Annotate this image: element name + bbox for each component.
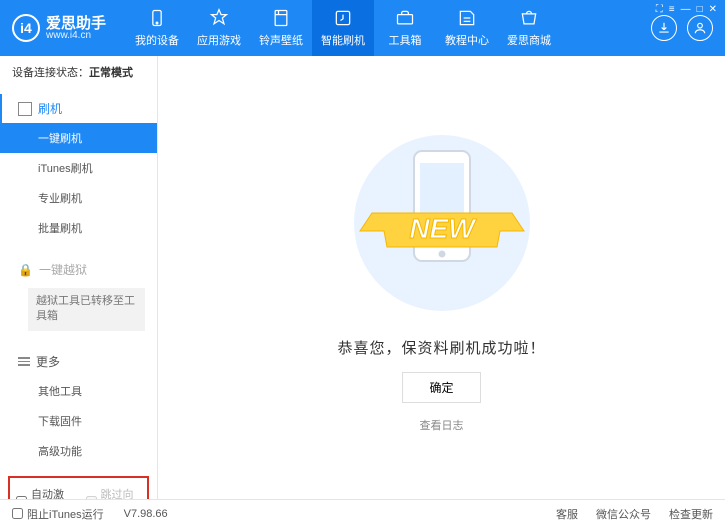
maximize-icon[interactable]: □ bbox=[697, 4, 703, 15]
window-controls: ⛶ ≡ — □ ✕ bbox=[656, 4, 717, 15]
sidebar-item[interactable]: 高级功能 bbox=[0, 436, 157, 466]
menu-icon[interactable]: ≡ bbox=[669, 4, 675, 15]
svg-text:NEW: NEW bbox=[409, 213, 477, 244]
user-icon[interactable] bbox=[687, 15, 713, 41]
nav-icon bbox=[457, 8, 477, 28]
main-content: NEW 恭喜您，保资料刷机成功啦！ 确定 查看日志 bbox=[158, 56, 725, 499]
nav-icon bbox=[519, 8, 539, 28]
sidebar-group-jailbreak: 🔒 一键越狱 bbox=[0, 255, 157, 284]
download-icon[interactable] bbox=[651, 15, 677, 41]
auto-activate-checkbox[interactable]: 自动激活 bbox=[16, 486, 72, 499]
footer-link[interactable]: 检查更新 bbox=[669, 506, 713, 522]
sidebar-group-flash[interactable]: 刷机 bbox=[0, 94, 157, 123]
nav-item-0[interactable]: 我的设备 bbox=[126, 0, 188, 56]
sidebar-group-more[interactable]: 更多 bbox=[0, 347, 157, 376]
footer-link[interactable]: 客服 bbox=[556, 506, 578, 522]
app-title: 爱思助手 bbox=[46, 16, 106, 31]
close-icon[interactable]: ✕ bbox=[709, 4, 717, 15]
sidebar-item[interactable]: 专业刷机 bbox=[0, 183, 157, 213]
nav-icon bbox=[395, 8, 415, 28]
nav-item-1[interactable]: 应用游戏 bbox=[188, 0, 250, 56]
nav-icon bbox=[209, 8, 229, 28]
flash-icon bbox=[18, 102, 32, 116]
minimize-icon[interactable]: — bbox=[681, 4, 691, 15]
nav-icon bbox=[333, 8, 353, 28]
success-message: 恭喜您，保资料刷机成功啦！ bbox=[337, 337, 545, 358]
ok-button[interactable]: 确定 bbox=[402, 372, 480, 403]
sidebar: 设备连接状态：正常模式 刷机 一键刷机iTunes刷机专业刷机批量刷机 🔒 一键… bbox=[0, 56, 158, 499]
more-icon bbox=[18, 357, 30, 366]
view-log-link[interactable]: 查看日志 bbox=[420, 417, 464, 433]
version-label: V7.98.66 bbox=[124, 508, 168, 520]
block-itunes-checkbox[interactable]: 阻止iTunes运行 bbox=[12, 506, 104, 522]
nav-item-3[interactable]: 智能刷机 bbox=[312, 0, 374, 56]
nav-item-5[interactable]: 教程中心 bbox=[436, 0, 498, 56]
nav-icon bbox=[271, 8, 291, 28]
lock-icon: 🔒 bbox=[18, 263, 33, 277]
jailbreak-note: 越狱工具已转移至工具箱 bbox=[28, 288, 145, 331]
app-logo: i4 爱思助手 www.i4.cn bbox=[12, 14, 106, 42]
connection-status: 设备连接状态：正常模式 bbox=[0, 56, 157, 88]
nav-item-2[interactable]: 铃声壁纸 bbox=[250, 0, 312, 56]
highlighted-options: 自动激活 跳过向导 bbox=[8, 476, 149, 499]
nav-item-6[interactable]: 爱思商城 bbox=[498, 0, 560, 56]
cart-icon[interactable]: ⛶ bbox=[656, 4, 663, 15]
sidebar-item[interactable]: iTunes刷机 bbox=[0, 153, 157, 183]
sidebar-item[interactable]: 其他工具 bbox=[0, 376, 157, 406]
nav-icon bbox=[147, 8, 167, 28]
success-illustration: NEW bbox=[342, 123, 542, 323]
app-url: www.i4.cn bbox=[46, 31, 106, 41]
sidebar-item[interactable]: 批量刷机 bbox=[0, 213, 157, 243]
footer: 阻止iTunes运行 V7.98.66 客服 微信公众号 检查更新 bbox=[0, 499, 725, 527]
skip-guide-checkbox: 跳过向导 bbox=[86, 486, 142, 499]
top-nav: 我的设备应用游戏铃声壁纸智能刷机工具箱教程中心爱思商城 bbox=[126, 0, 651, 56]
sidebar-item[interactable]: 下载固件 bbox=[0, 406, 157, 436]
sidebar-item[interactable]: 一键刷机 bbox=[0, 123, 157, 153]
footer-link[interactable]: 微信公众号 bbox=[596, 506, 651, 522]
logo-badge-icon: i4 bbox=[12, 14, 40, 42]
nav-item-4[interactable]: 工具箱 bbox=[374, 0, 436, 56]
